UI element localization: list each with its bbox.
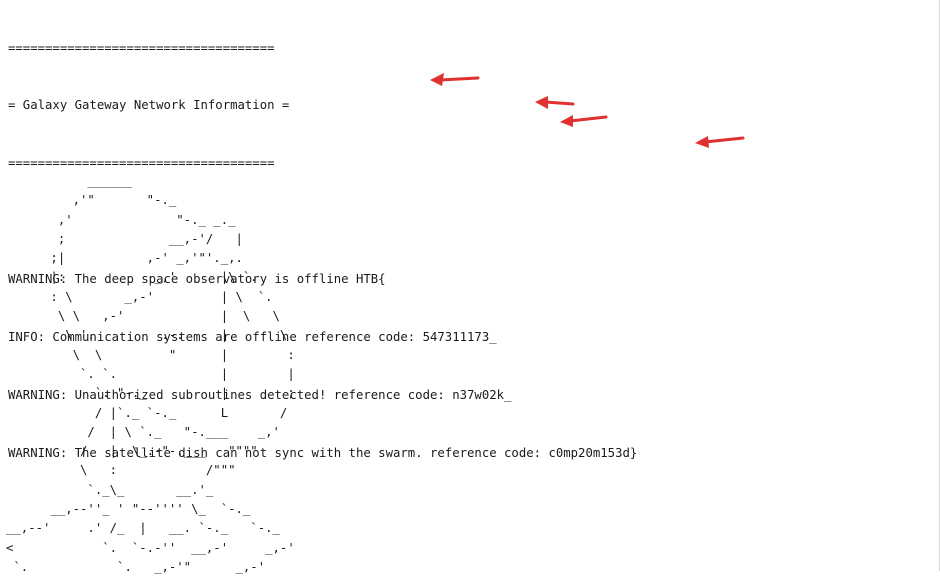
satellite-dish-ascii-art: ______ ,'" "-._ ,' "-._ _._ ; __,-'/ | ;… xyxy=(6,174,295,574)
arrow-icon xyxy=(560,115,608,127)
arrow-icon xyxy=(430,73,480,86)
banner-border-top: ==================================== xyxy=(8,40,275,55)
arrow-icon xyxy=(695,136,745,148)
arrow-icon xyxy=(535,96,575,109)
banner-border-bottom: ==================================== xyxy=(8,156,275,171)
banner-title: = Galaxy Gateway Network Information = xyxy=(8,98,290,113)
